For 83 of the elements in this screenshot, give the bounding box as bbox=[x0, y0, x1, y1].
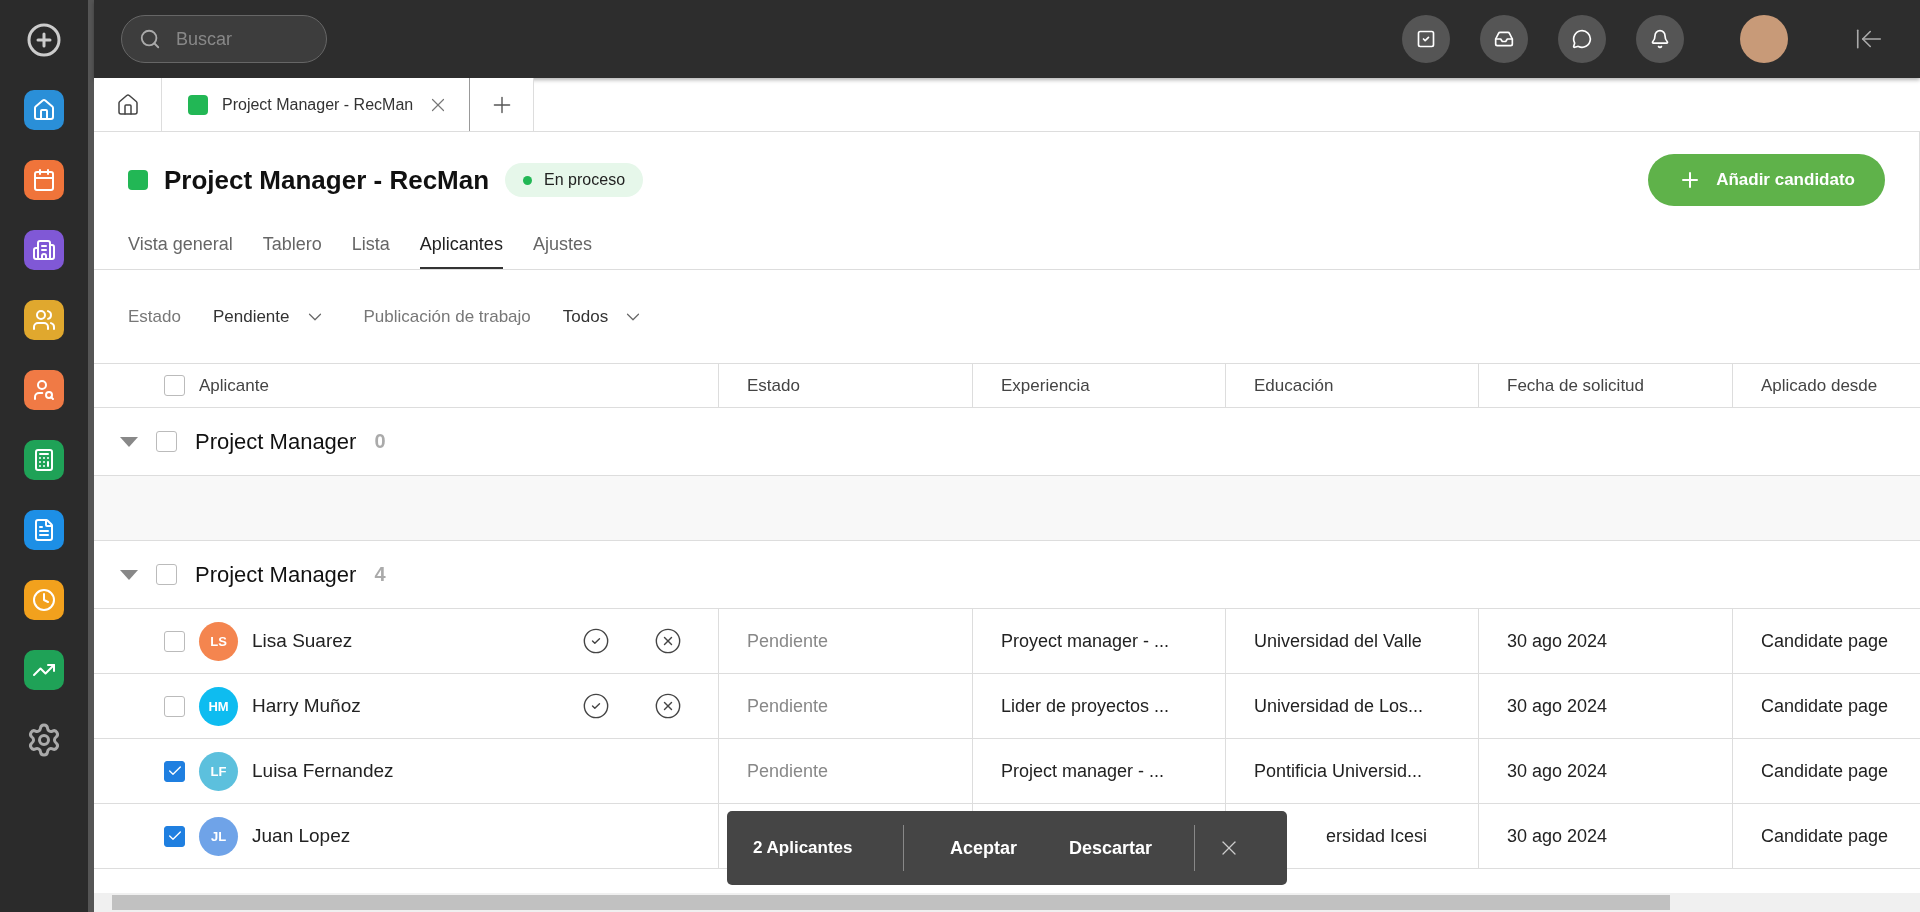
expand-caret-icon[interactable] bbox=[120, 569, 138, 580]
select-all-checkbox[interactable] bbox=[164, 375, 185, 396]
column-header: Estado bbox=[747, 375, 800, 396]
document-icon[interactable] bbox=[24, 510, 64, 550]
table-cell: 30 ago 2024 bbox=[1507, 825, 1608, 847]
column-header: Educación bbox=[1254, 375, 1334, 396]
selection-count: 2 Aplicantes bbox=[753, 838, 854, 858]
search-field[interactable]: Buscar bbox=[121, 15, 327, 63]
table-cell: Lider de proyectos ... bbox=[1001, 695, 1170, 717]
initials-avatar: JL bbox=[199, 816, 238, 856]
table-cell: Pendiente bbox=[747, 695, 829, 717]
row-checkbox[interactable] bbox=[164, 695, 185, 717]
project-color-icon bbox=[188, 94, 208, 115]
applicant-name[interactable]: Lisa Suarez bbox=[252, 630, 353, 652]
table-cell: 30 ago 2024 bbox=[1507, 630, 1608, 652]
reject-icon[interactable] bbox=[654, 627, 682, 655]
column-header: Aplicado desde bbox=[1761, 375, 1878, 396]
table-cell: Candidate page bbox=[1761, 825, 1889, 847]
chart-icon[interactable] bbox=[24, 650, 64, 690]
table-cell: Candidate page bbox=[1761, 760, 1889, 782]
home-icon[interactable] bbox=[24, 90, 64, 130]
table-cell: Pontificia Universid... bbox=[1254, 760, 1423, 782]
column-header: Fecha de solicitud bbox=[1507, 375, 1645, 396]
row-checkbox[interactable] bbox=[164, 630, 185, 652]
users-icon[interactable] bbox=[24, 300, 64, 340]
nav-tab[interactable]: Tablero bbox=[262, 226, 322, 269]
expand-caret-icon[interactable] bbox=[120, 436, 138, 447]
bulk-action-button[interactable]: Descartar bbox=[1063, 836, 1159, 860]
filter-dropdown[interactable]: Todos bbox=[556, 304, 651, 329]
group-count: 0 bbox=[374, 430, 386, 453]
status-badge: En proceso bbox=[505, 163, 644, 197]
table-cell: Proyect manager - ... bbox=[1001, 630, 1170, 652]
column-header: Aplicante bbox=[199, 375, 269, 396]
bell-icon[interactable] bbox=[1636, 15, 1684, 63]
bulk-action-button[interactable]: Aceptar bbox=[944, 836, 1024, 860]
applicant-name[interactable]: Harry Muñoz bbox=[252, 695, 361, 717]
project-color-icon bbox=[128, 170, 148, 190]
table-cell: 30 ago 2024 bbox=[1507, 760, 1608, 782]
search-icon bbox=[139, 28, 161, 50]
table-cell: Pendiente bbox=[747, 630, 829, 652]
user-search-icon[interactable] bbox=[24, 370, 64, 410]
group-count: 4 bbox=[374, 563, 386, 586]
accept-icon[interactable] bbox=[582, 627, 610, 655]
group-checkbox[interactable] bbox=[156, 564, 177, 585]
group-title: Project Manager bbox=[195, 428, 357, 455]
table-cell: ersidad Icesi bbox=[1326, 825, 1428, 847]
chat-icon[interactable] bbox=[1558, 15, 1606, 63]
applicant-name[interactable]: Luisa Fernandez bbox=[252, 760, 394, 782]
row-checkbox[interactable] bbox=[164, 760, 185, 782]
clock-icon[interactable] bbox=[24, 580, 64, 620]
initials-avatar: LS bbox=[199, 621, 238, 661]
table-cell: Candidate page bbox=[1761, 695, 1889, 717]
nav-tab[interactable]: Lista bbox=[351, 226, 390, 269]
user-avatar[interactable] bbox=[1740, 15, 1788, 63]
project-title: Project Manager - RecMan bbox=[164, 164, 490, 196]
initials-avatar: HM bbox=[199, 686, 238, 726]
nav-tab[interactable]: Vista general bbox=[128, 226, 233, 269]
nav-tab[interactable]: Aplicantes bbox=[419, 226, 503, 269]
nav-tab[interactable]: Ajustes bbox=[532, 226, 592, 269]
table-cell: Universidad de Los... bbox=[1254, 695, 1424, 717]
group-title: Project Manager bbox=[195, 561, 357, 588]
task-icon[interactable] bbox=[1402, 15, 1450, 63]
table-cell: Pendiente bbox=[747, 760, 829, 782]
applicant-name[interactable]: Juan Lopez bbox=[252, 825, 351, 847]
reject-icon[interactable] bbox=[654, 692, 682, 720]
tab-label: Project Manager - RecMan bbox=[222, 95, 414, 114]
group-checkbox[interactable] bbox=[156, 431, 177, 452]
table-cell: 30 ago 2024 bbox=[1507, 695, 1608, 717]
filter-label: Estado bbox=[128, 306, 181, 327]
row-checkbox[interactable] bbox=[164, 825, 185, 847]
building-icon[interactable] bbox=[24, 230, 64, 270]
calendar-icon[interactable] bbox=[24, 160, 64, 200]
accept-icon[interactable] bbox=[582, 692, 610, 720]
inbox-icon[interactable] bbox=[1480, 15, 1528, 63]
filter-label: Publicación de trabajo bbox=[363, 306, 531, 327]
calculator-icon[interactable] bbox=[24, 440, 64, 480]
table-cell: Project manager - ... bbox=[1001, 760, 1165, 782]
initials-avatar: LF bbox=[199, 751, 238, 791]
table-cell: Universidad del Valle bbox=[1254, 630, 1422, 652]
table-cell: Candidate page bbox=[1761, 630, 1889, 652]
horizontal-scrollbar[interactable] bbox=[94, 893, 1920, 912]
filter-dropdown[interactable]: Pendiente bbox=[206, 304, 332, 329]
column-header: Experiencia bbox=[1001, 375, 1090, 396]
